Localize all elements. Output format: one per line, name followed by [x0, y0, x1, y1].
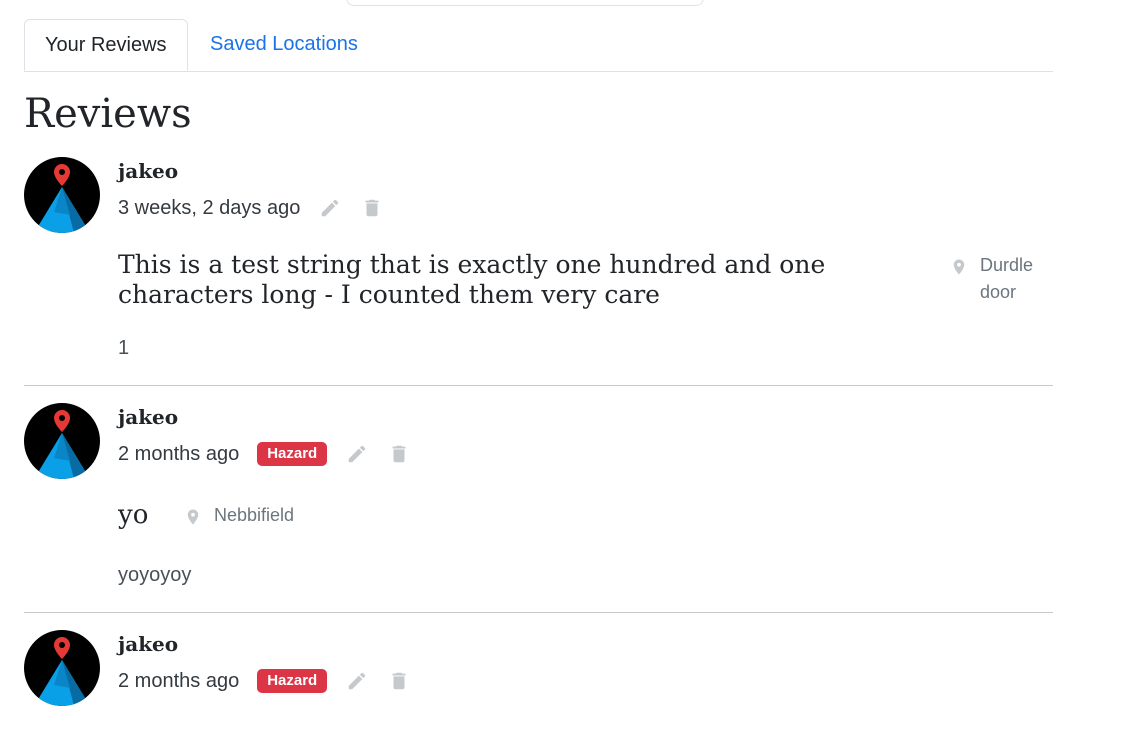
review-title: This is a test string that is exactly on… [118, 250, 826, 309]
review-time: 3 weeks, 2 days ago [118, 196, 301, 219]
review-meta: 3 weeks, 2 days ago [118, 194, 384, 222]
review-title: yo [118, 500, 149, 530]
review-body: yoyoyoy [118, 564, 192, 586]
review-author: jakeo [118, 405, 179, 429]
trash-icon[interactable] [387, 669, 411, 693]
pencil-icon[interactable] [345, 669, 369, 693]
avatar [24, 403, 100, 479]
map-pin-icon [184, 502, 202, 536]
review-location[interactable]: Durdle door [950, 252, 1050, 306]
tab-saved-locations[interactable]: Saved Locations [190, 19, 378, 70]
avatar [24, 630, 100, 706]
map-pin-icon [950, 252, 968, 286]
location-name: Nebbifield [214, 505, 295, 525]
review-card: jakeo 2 months ago Hazard [24, 630, 1053, 730]
review-body: 1 [118, 337, 130, 359]
hazard-badge: Hazard [257, 669, 328, 693]
pencil-icon[interactable] [345, 442, 369, 466]
tab-bar: Your Reviews Saved Locations [24, 19, 1053, 72]
page-title: Reviews [24, 91, 192, 137]
review-location[interactable]: Nebbifield [184, 502, 294, 536]
review-meta: 2 months ago Hazard [118, 440, 411, 468]
hazard-badge: Hazard [257, 442, 328, 466]
trash-icon[interactable] [387, 442, 411, 466]
review-meta: 2 months ago Hazard [118, 667, 411, 695]
location-name: Durdle door [980, 255, 1034, 302]
avatar [24, 157, 100, 233]
review-time: 2 months ago [118, 442, 240, 465]
search-bar-edge[interactable] [346, 0, 704, 6]
review-author: jakeo [118, 632, 179, 656]
review-card: jakeo 2 months ago Hazard yo Nebbifield … [24, 403, 1053, 613]
review-time: 2 months ago [118, 669, 240, 692]
review-card: jakeo 3 weeks, 2 days ago This is a test… [24, 157, 1053, 386]
review-author: jakeo [118, 159, 179, 183]
tab-your-reviews[interactable]: Your Reviews [24, 19, 188, 71]
trash-icon[interactable] [360, 196, 384, 220]
pencil-icon[interactable] [318, 196, 342, 220]
